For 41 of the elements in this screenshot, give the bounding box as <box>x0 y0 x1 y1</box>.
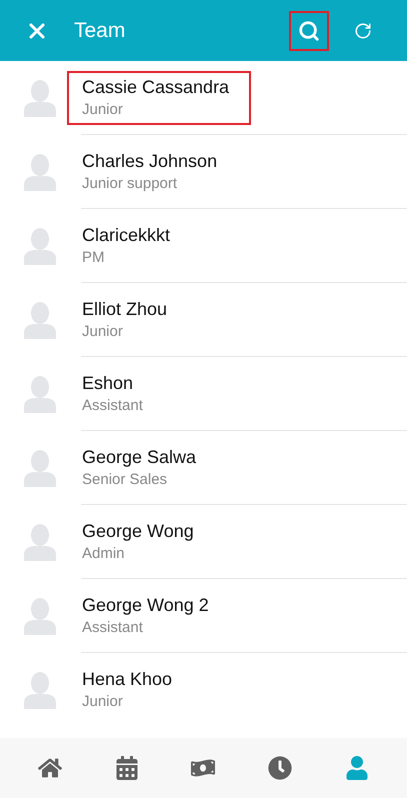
contact-role: Admin <box>82 544 126 564</box>
screen-title: Team <box>74 18 126 44</box>
contact-name: George Wong 2 <box>82 594 209 616</box>
contact-role: Assistant <box>82 618 144 638</box>
search-button[interactable] <box>289 10 329 50</box>
contact-name: Claricekkkt <box>82 224 170 246</box>
contact-role: Junior <box>82 692 124 712</box>
contact-item[interactable]: Hena Khoo Junior <box>0 653 407 727</box>
contact-item[interactable]: George Wong 2 Assistant <box>0 579 407 653</box>
refresh-icon <box>354 22 372 40</box>
contact-item[interactable]: Eshon Assistant <box>0 357 407 431</box>
clock-icon[interactable] <box>266 754 294 782</box>
contact-role: PM <box>82 248 106 268</box>
contact-name: Eshon <box>82 372 134 394</box>
contact-name: George Wong <box>82 520 194 542</box>
avatar-icon <box>24 523 56 561</box>
contact-role: Junior support <box>82 174 178 194</box>
search-icon <box>298 20 320 42</box>
contact-name: Cassie Cassandra <box>82 76 230 98</box>
contact-name: Charles Johnson <box>82 150 218 172</box>
avatar-icon <box>24 301 56 339</box>
avatar-icon <box>24 597 56 635</box>
avatar-icon <box>24 153 56 191</box>
avatar-icon <box>24 79 56 117</box>
contact-item[interactable]: George Wong Admin <box>0 505 407 579</box>
contact-item[interactable]: Cassie Cassandra Junior <box>0 61 407 135</box>
contact-role: Junior <box>82 100 124 120</box>
contact-item[interactable]: George Salwa Senior Sales <box>0 431 407 505</box>
contact-name: George Salwa <box>82 446 196 468</box>
avatar-icon <box>24 671 56 709</box>
contact-role: Junior <box>82 322 124 342</box>
avatar-icon <box>24 449 56 487</box>
avatar-icon <box>24 375 56 413</box>
contact-role: Senior Sales <box>82 470 168 490</box>
contact-item[interactable]: Charles Johnson Junior support <box>0 135 407 209</box>
contact-name: Elliot Zhou <box>82 298 168 320</box>
contact-name: Hena Khoo <box>82 668 172 691</box>
avatar-icon <box>24 227 56 265</box>
contact-role: Assistant <box>82 396 143 416</box>
contact-item[interactable]: Elliot Zhou Junior <box>0 283 407 357</box>
contact-item[interactable]: Claricekkkt PM <box>0 209 407 283</box>
